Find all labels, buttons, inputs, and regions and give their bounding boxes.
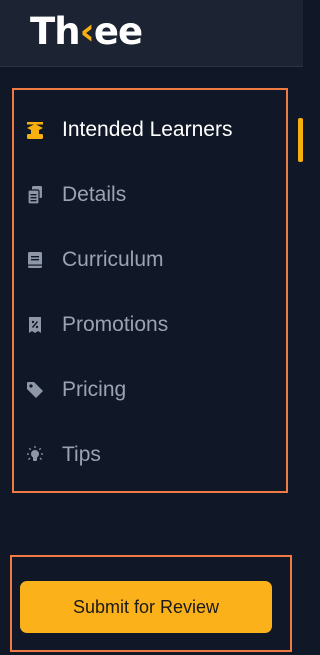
sidebar-item-pricing[interactable]: Pricing: [24, 370, 284, 410]
documents-icon: [24, 184, 46, 206]
coupon-icon: [24, 314, 46, 336]
sidebar-item-label: Pricing: [62, 378, 127, 401]
app-header: Th‹ee: [0, 0, 303, 67]
sidebar-item-curriculum[interactable]: Curriculum: [24, 240, 284, 280]
sidebar-item-label: Intended Learners: [62, 118, 233, 141]
sidebar-item-promotions[interactable]: Promotions: [24, 305, 284, 345]
sidebar-item-label: Details: [62, 183, 127, 206]
sidebar-item-label: Promotions: [62, 313, 169, 336]
sidebar-item-label: Tips: [62, 443, 101, 466]
sidebar-item-intended-learners[interactable]: Intended Learners: [24, 110, 284, 150]
lightbulb-icon: [24, 444, 46, 466]
sidebar-item-tips[interactable]: Tips: [24, 435, 284, 475]
logo-prefix: Th: [30, 10, 81, 53]
book-icon: [24, 249, 46, 271]
logo-suffix: ee: [93, 10, 143, 53]
sidebar-item-details[interactable]: Details: [24, 175, 284, 215]
submit-for-review-button[interactable]: Submit for Review: [20, 581, 272, 633]
graduation-cap-icon: [24, 119, 46, 141]
logo-accent: ‹: [79, 10, 95, 53]
sidebar-item-label: Curriculum: [62, 248, 164, 271]
sidebar-nav: Intended Learners Details Curriculum Pro…: [12, 88, 288, 493]
tag-icon: [24, 379, 46, 401]
app-logo[interactable]: Th‹ee: [30, 10, 143, 54]
scroll-indicator[interactable]: [298, 118, 303, 162]
submit-section: Submit for Review: [10, 555, 292, 652]
